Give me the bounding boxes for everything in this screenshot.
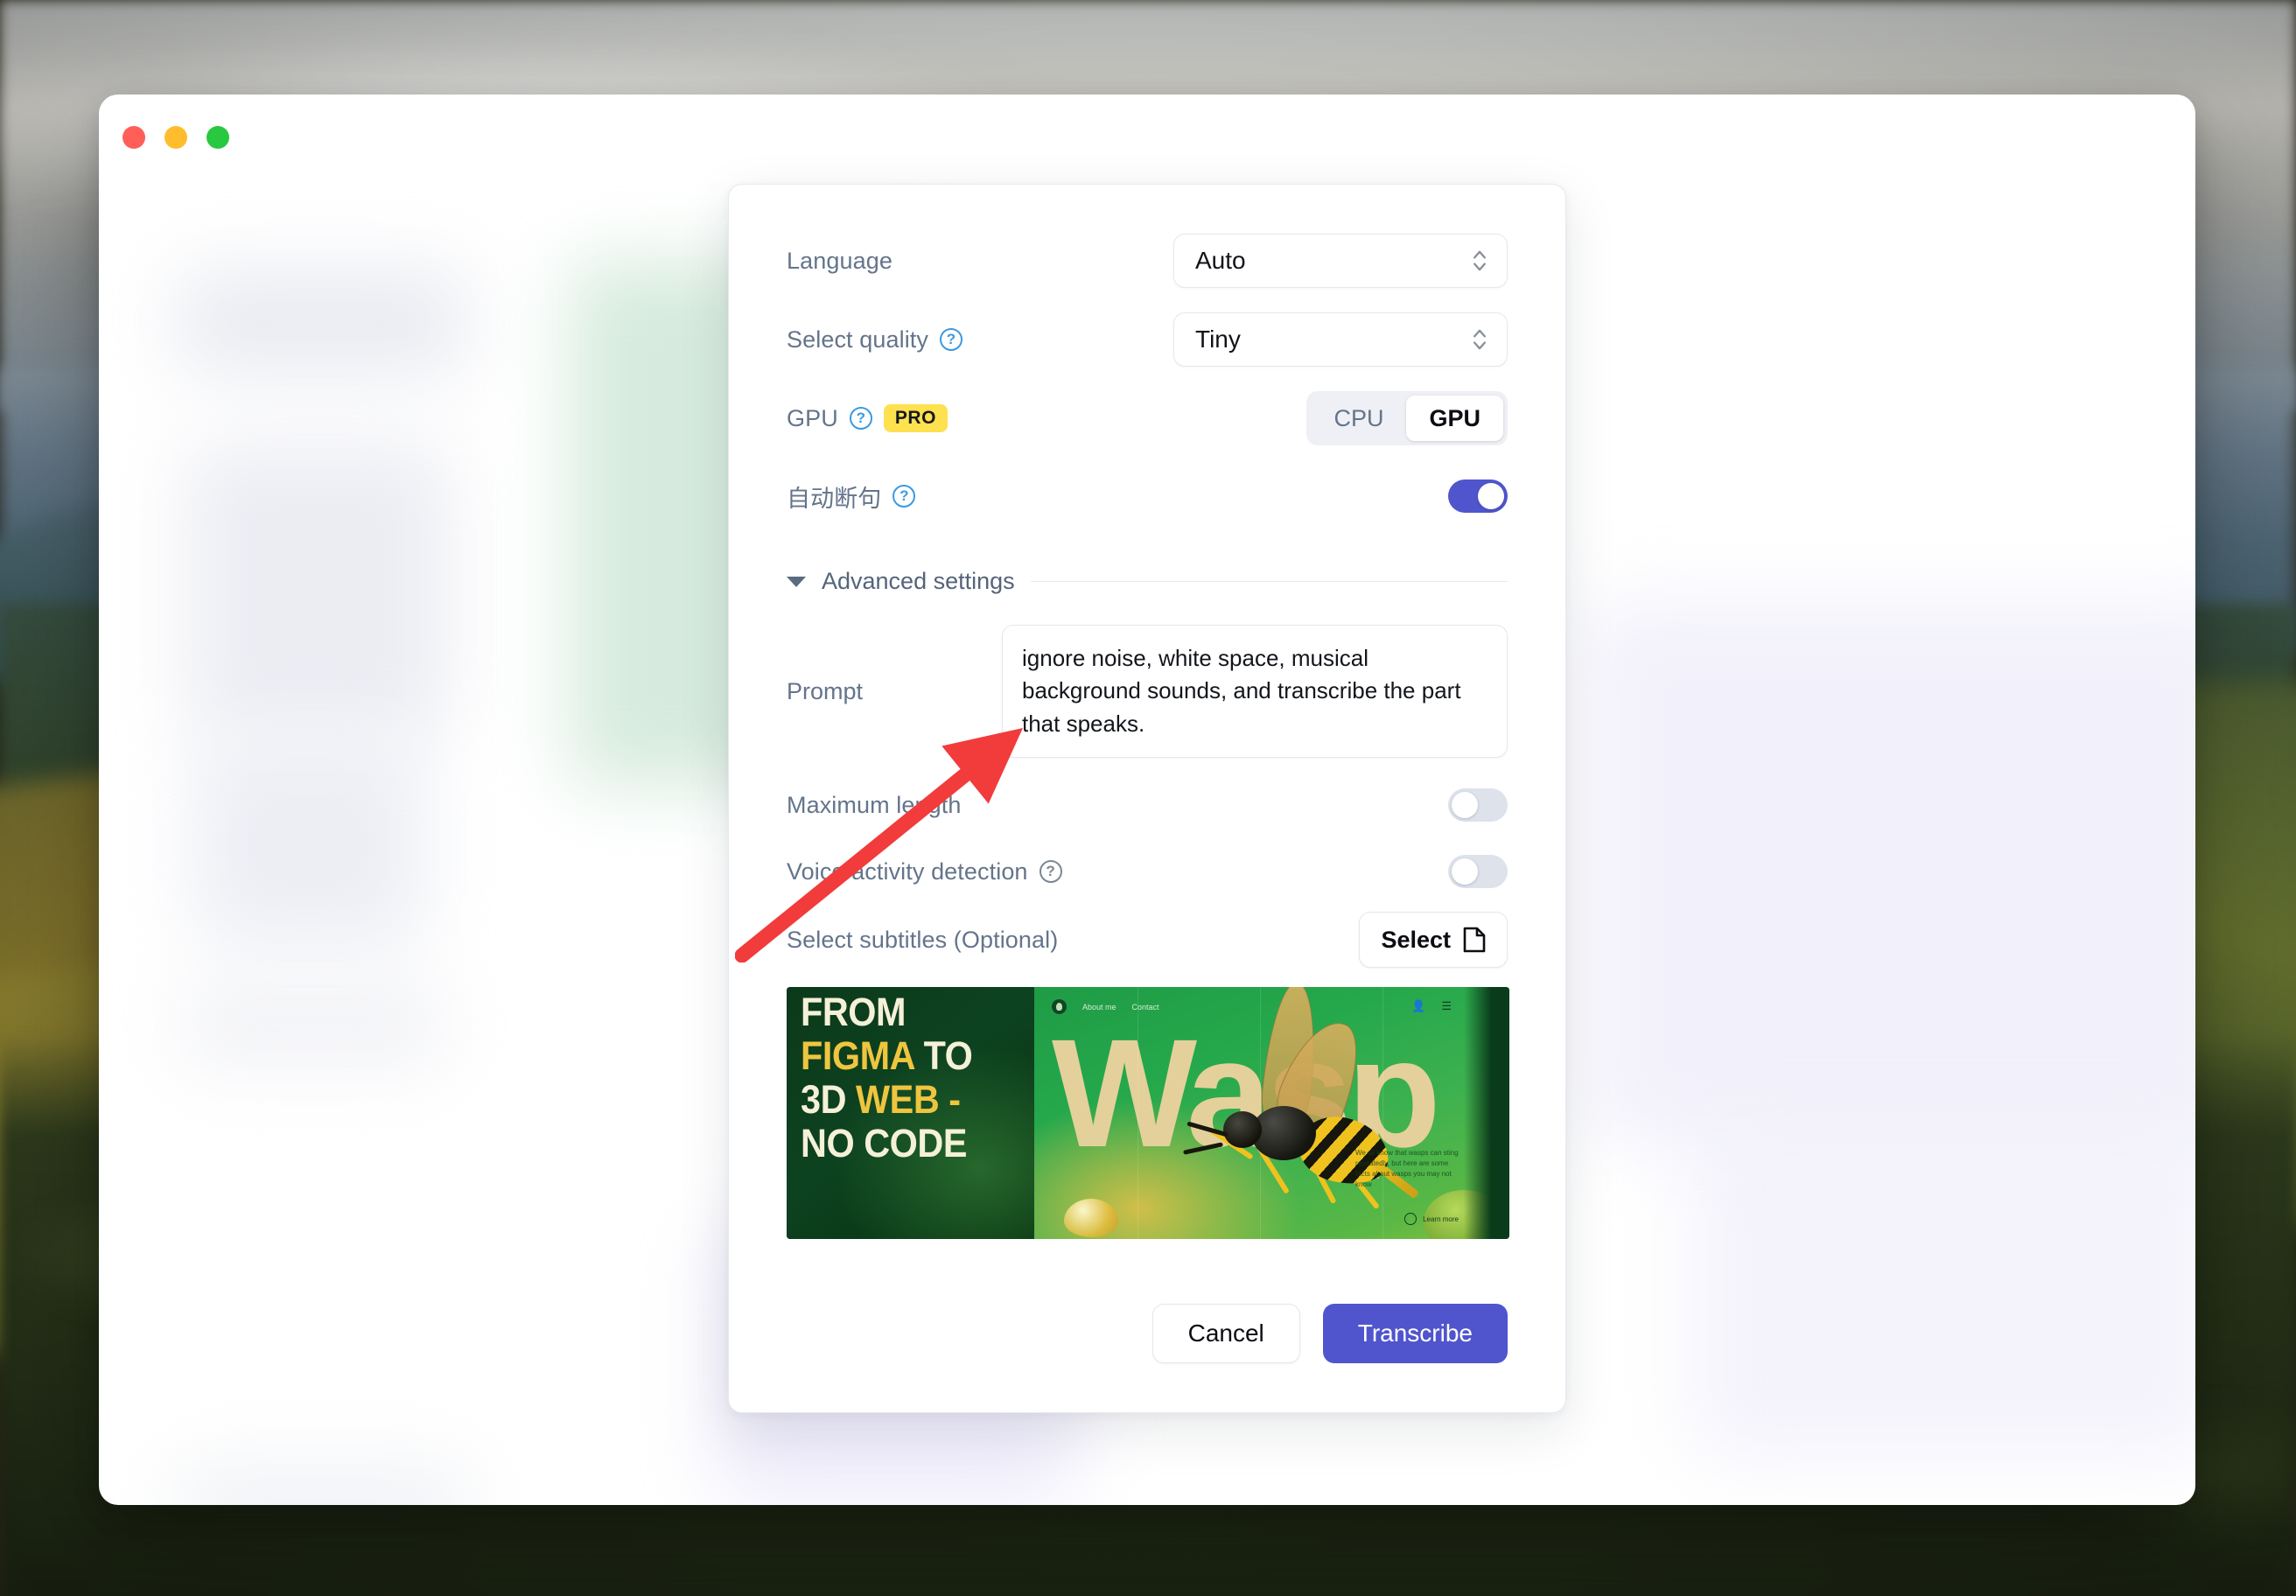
thumbnail-title-part: 3D	[801, 1077, 857, 1123]
minimize-window-button[interactable]	[164, 126, 187, 149]
blurred-app-content	[195, 742, 423, 943]
select-subtitles-row: Select subtitles (Optional) Select	[787, 912, 1508, 969]
honey-droplet	[1064, 1199, 1118, 1238]
transcription-settings-modal: Language Auto Select quality ? Tiny GPU …	[728, 184, 1566, 1413]
gpu-help-icon[interactable]: ?	[849, 407, 872, 430]
gpu-row: GPU ? PRO CPU GPU	[787, 391, 1508, 445]
maximize-window-button[interactable]	[206, 126, 229, 149]
thumbnail-title-line: 3D WEB -	[801, 1080, 961, 1119]
language-select[interactable]: Auto	[1173, 234, 1508, 288]
thumbnail-learn-more-label: Learn more	[1423, 1214, 1459, 1223]
quality-row: Select quality ? Tiny	[787, 312, 1508, 367]
desktop-background: Language Auto Select quality ? Tiny GPU …	[0, 0, 2296, 1596]
thumbnail-nav-item: Contact	[1131, 1002, 1159, 1012]
segment-gpu[interactable]: GPU	[1406, 396, 1503, 441]
language-select-value: Auto	[1195, 247, 1246, 274]
wasp-antenna	[1182, 1142, 1224, 1156]
wasp-head	[1223, 1111, 1262, 1149]
pro-badge: PRO	[883, 404, 948, 432]
thumbnail-title-part: NO CODE	[801, 1121, 967, 1166]
auto-segment-label: 自动断句	[787, 485, 882, 512]
modal-footer: Cancel Transcribe	[1152, 1304, 1508, 1363]
wasp-illustration	[1181, 987, 1420, 1239]
maximum-length-label-group: Maximum length	[787, 792, 961, 819]
prompt-row: Prompt ignore noise, white space, musica…	[787, 625, 1508, 759]
quality-help-icon[interactable]: ?	[940, 328, 962, 351]
vad-toggle[interactable]	[1448, 855, 1508, 889]
advanced-settings-label: Advanced settings	[822, 568, 1015, 594]
thumbnail-title-part: WEB -	[856, 1077, 961, 1123]
gpu-label-group: GPU ? PRO	[787, 404, 948, 432]
subtitles-label: Select subtitles (Optional)	[787, 926, 1059, 953]
vad-label-group: Voice activity detection ?	[787, 858, 1062, 886]
toggle-knob	[1452, 858, 1478, 886]
maximum-length-label: Maximum length	[787, 791, 962, 818]
language-label: Language	[787, 247, 892, 274]
thumbnail-title-part: FIGMA	[801, 1033, 914, 1079]
quality-select-value: Tiny	[1195, 326, 1241, 353]
chevron-down-icon[interactable]	[787, 576, 806, 587]
thumbnail-paragraph: We all know that wasps can sting repeate…	[1355, 1149, 1459, 1189]
thumbnail-learn-more: Learn more	[1404, 1213, 1459, 1226]
auto-segment-row: 自动断句 ?	[787, 470, 1508, 522]
cancel-button[interactable]: Cancel	[1152, 1304, 1300, 1363]
thumbnail-title-line: FROM	[801, 992, 906, 1032]
divider	[1030, 581, 1508, 582]
select-subtitles-button[interactable]: Select	[1359, 912, 1508, 969]
user-icon: 👤	[1411, 999, 1426, 1013]
vad-label: Voice activity detection	[787, 858, 1028, 885]
arrow-circle-icon	[1404, 1213, 1418, 1226]
vad-help-icon[interactable]: ?	[1039, 860, 1062, 884]
language-row: Language Auto	[787, 234, 1508, 288]
close-window-button[interactable]	[122, 126, 145, 149]
thumbnail-logo-icon	[1052, 999, 1067, 1015]
thumbnail-nav-item: About me	[1082, 1002, 1116, 1012]
chevron-up-down-icon	[1474, 250, 1486, 271]
prompt-textarea[interactable]: ignore noise, white space, musical backg…	[1002, 625, 1508, 759]
thumbnail-title-line: NO CODE	[801, 1124, 967, 1163]
processor-segmented-control: CPU GPU	[1306, 391, 1508, 445]
thumbnail-site-panel: Wasp About me Contact 👤 ☰ We all know th…	[1034, 987, 1509, 1240]
gpu-label: GPU	[787, 404, 838, 431]
quality-select[interactable]: Tiny	[1173, 312, 1508, 367]
thumbnail-nav: About me Contact	[1052, 999, 1159, 1015]
window-controls	[122, 126, 229, 149]
blurred-app-content	[182, 987, 444, 1066]
voice-activity-detection-row: Voice activity detection ?	[787, 845, 1508, 898]
blurred-app-content	[178, 270, 466, 374]
auto-segment-help-icon[interactable]: ?	[892, 485, 916, 508]
blurred-app-content	[186, 444, 449, 733]
quality-label-group: Select quality ?	[787, 326, 962, 354]
modal-body: Language Auto Select quality ? Tiny GPU …	[729, 185, 1565, 1240]
thumbnail-nav-right: 👤 ☰	[1411, 999, 1452, 1013]
toggle-knob	[1452, 792, 1478, 819]
maximum-length-row: Maximum length	[787, 779, 1508, 831]
blurred-app-content	[1691, 1127, 2195, 1460]
blurred-app-content	[1586, 602, 2195, 1144]
prompt-label: Prompt	[787, 677, 864, 704]
thumbnail-title-part: TO	[914, 1033, 973, 1079]
segment-cpu[interactable]: CPU	[1311, 396, 1406, 441]
select-subtitles-button-label: Select	[1381, 926, 1451, 953]
thumbnail-title-panel: FROM FIGMA TO 3D WEB - NO CODE	[787, 987, 1034, 1240]
toggle-knob	[1478, 483, 1504, 509]
file-icon	[1463, 928, 1486, 953]
wasp-antenna	[1186, 1121, 1228, 1138]
chevron-up-down-icon	[1474, 329, 1486, 350]
advanced-settings-header[interactable]: Advanced settings	[787, 568, 1508, 595]
thumbnail-title-line: FIGMA TO	[801, 1033, 973, 1079]
video-thumbnail-preview[interactable]: FROM FIGMA TO 3D WEB - NO CODE Wasp Abou…	[787, 987, 1509, 1240]
language-label-group: Language	[787, 248, 892, 275]
quality-label: Select quality	[787, 326, 928, 353]
auto-segment-toggle[interactable]	[1448, 480, 1508, 513]
blurred-app-content	[178, 1468, 466, 1505]
thumbnail-title-part: FROM	[801, 990, 906, 1035]
auto-segment-label-group: 自动断句 ?	[787, 480, 916, 514]
thumbnail-edge-shade	[1464, 987, 1509, 1240]
subtitles-label-group: Select subtitles (Optional)	[787, 927, 1058, 954]
transcribe-button[interactable]: Transcribe	[1322, 1304, 1508, 1363]
menu-icon: ☰	[1441, 999, 1452, 1013]
maximum-length-toggle[interactable]	[1448, 788, 1508, 822]
